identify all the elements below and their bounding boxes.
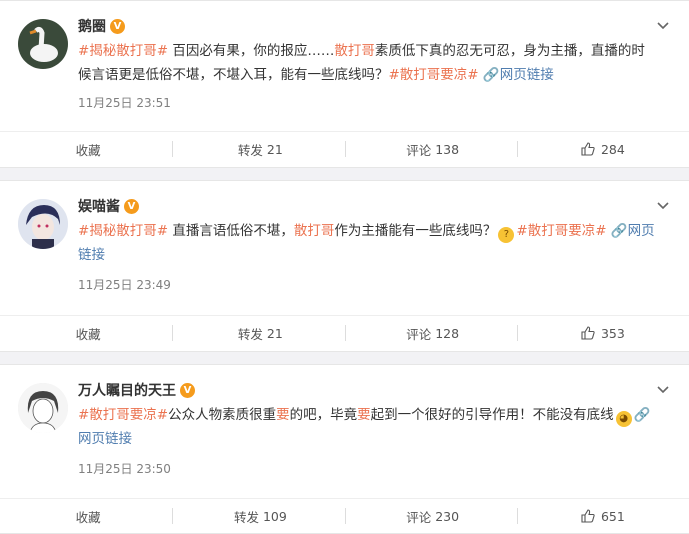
action-bar: 收藏 转发 109 评论 230 651 xyxy=(0,498,689,533)
like-button[interactable]: 353 xyxy=(516,316,689,350)
post-time[interactable]: 11月25日 23:50 xyxy=(78,460,171,477)
avatar[interactable] xyxy=(18,383,68,433)
post-text: 百因必有果，你的报应…… xyxy=(168,43,335,59)
post-card: 万人瞩目的天王 V #散打哥要凉#公众人物素质很重要的吧，毕竟要起到一个很好的引… xyxy=(0,364,689,534)
favorite-button[interactable]: 收藏 xyxy=(0,316,172,350)
thumbs-up-icon xyxy=(581,326,595,340)
favorite-button[interactable]: 收藏 xyxy=(0,132,172,166)
user-name[interactable]: 鹅圈 V xyxy=(78,16,125,36)
post-time[interactable]: 11月25日 23:49 xyxy=(78,276,171,293)
favorite-button[interactable]: 收藏 xyxy=(0,499,172,533)
post-text: 直播言语低俗不堪， xyxy=(168,223,294,239)
post-text: 作为主播能有一些底线吗？ xyxy=(334,223,497,239)
comment-button[interactable]: 评论 128 xyxy=(344,316,517,350)
like-button[interactable]: 284 xyxy=(516,132,689,166)
comment-button[interactable]: 评论 138 xyxy=(344,132,517,166)
action-bar: 收藏 转发 21 评论 138 284 xyxy=(0,131,689,166)
verified-badge-icon: V xyxy=(124,198,139,214)
repost-button[interactable]: 转发 21 xyxy=(172,132,344,166)
repost-button[interactable]: 转发 21 xyxy=(172,316,344,350)
thumbs-up-icon xyxy=(581,142,595,156)
thumbs-up-icon xyxy=(581,509,595,523)
emoji-thinking-icon: ? xyxy=(498,227,515,243)
action-bar: 收藏 转发 21 评论 128 353 xyxy=(0,315,689,350)
user-name[interactable]: 娱喵酱 V xyxy=(78,196,139,216)
hashtag-link[interactable]: #散打哥要凉# xyxy=(78,407,168,423)
comment-button[interactable]: 评论 230 xyxy=(344,499,517,533)
hashtag-link[interactable]: #揭秘散打哥# xyxy=(78,223,168,239)
post-card: 娱喵酱 V #揭秘散打哥# 直播言语低俗不堪，散打哥作为主播能有一些底线吗？? #… xyxy=(0,180,689,352)
web-link[interactable]: 🔗网页链接 xyxy=(483,67,554,83)
post-card: 鹅圈 V #揭秘散打哥# 百因必有果，你的报应……散打哥素质低下真的忍无可忍，身… xyxy=(0,0,689,168)
emoji-cat-icon: ◕ xyxy=(615,411,632,427)
chevron-down-icon[interactable] xyxy=(655,381,671,397)
hashtag-link[interactable]: #散打哥要凉# xyxy=(389,67,479,83)
hashtag-link[interactable]: #散打哥要凉# xyxy=(516,223,606,239)
like-button[interactable]: 651 xyxy=(516,499,689,533)
highlighted-keyword: 散打哥 xyxy=(334,43,375,59)
post-content: #揭秘散打哥# 百因必有果，你的报应……散打哥素质低下真的忍无可忍，身为主播，直… xyxy=(78,39,658,87)
post-content: #散打哥要凉#公众人物素质很重要的吧，毕竟要起到一个很好的引导作用！不能没有底线… xyxy=(78,403,658,451)
hashtag-link[interactable]: #揭秘散打哥# xyxy=(78,43,168,59)
chevron-down-icon[interactable] xyxy=(655,17,671,33)
user-name[interactable]: 万人瞩目的天王 V xyxy=(78,380,195,400)
post-content: #揭秘散打哥# 直播言语低俗不堪，散打哥作为主播能有一些底线吗？? #散打哥要凉#… xyxy=(78,219,658,267)
post-text: 公众人物素质很重 xyxy=(168,407,277,423)
avatar[interactable] xyxy=(18,199,68,249)
post-text: 的吧，毕竟 xyxy=(289,407,358,423)
verified-badge-icon: V xyxy=(180,382,195,398)
highlighted-keyword: 散打哥 xyxy=(293,223,335,239)
verified-badge-icon: V xyxy=(110,18,125,34)
repost-button[interactable]: 转发 109 xyxy=(172,499,344,533)
post-text: 起到一个很好的引导作用！不能没有底线 xyxy=(370,407,614,423)
highlighted-keyword: 要 xyxy=(276,407,290,423)
post-time[interactable]: 11月25日 23:51 xyxy=(78,94,171,111)
highlighted-keyword: 要 xyxy=(357,407,371,423)
chevron-down-icon[interactable] xyxy=(655,197,671,213)
avatar[interactable] xyxy=(18,19,68,69)
